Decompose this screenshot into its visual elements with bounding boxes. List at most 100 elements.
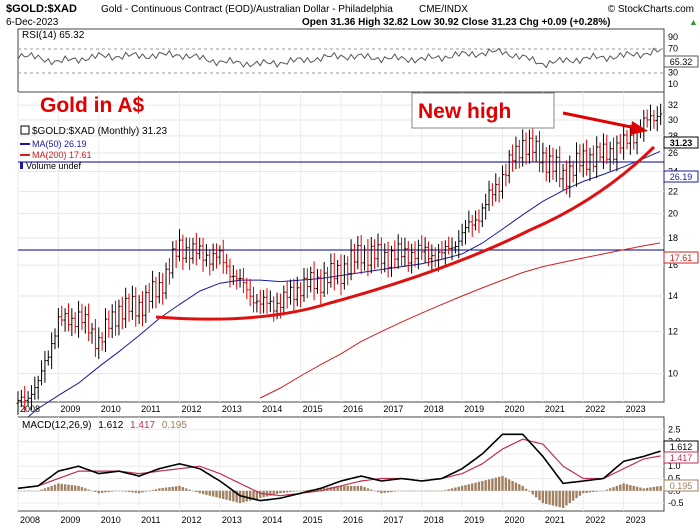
macd-histogram-bar xyxy=(541,490,545,504)
macd-histogram-bar xyxy=(659,486,662,491)
macd-histogram-bar xyxy=(497,476,501,491)
macd-histogram-bar xyxy=(474,482,477,491)
macd-histogram-bar xyxy=(393,490,397,492)
macd-histogram-bar xyxy=(440,490,444,492)
badge-last-price: 31.23 xyxy=(670,138,693,148)
macd-histogram-bar xyxy=(524,488,528,491)
macd-histogram-bar xyxy=(228,490,232,501)
x-tick-label: 2023 xyxy=(626,515,646,525)
macd-histogram-bar xyxy=(645,487,649,491)
macd-histogram-bar xyxy=(60,483,63,491)
macd-histogram-bar xyxy=(285,490,289,493)
macd-histogram-bar xyxy=(629,485,632,491)
macd-histogram-bar xyxy=(181,487,185,491)
macd-histogram-bar xyxy=(205,490,208,495)
macd-histogram-bar xyxy=(471,483,474,491)
macd-histogram-bar xyxy=(107,490,111,493)
macd-histogram-bar xyxy=(588,490,592,493)
x-tick-label: 2012 xyxy=(182,404,202,414)
macd-histogram-bar xyxy=(454,487,457,491)
rsi-tick-label: 30 xyxy=(668,67,678,77)
macd-histogram-bar xyxy=(198,490,201,494)
x-tick-label: 2020 xyxy=(505,515,525,525)
macd-histogram-bar xyxy=(460,485,464,491)
macd-histogram-bar xyxy=(534,490,538,498)
price-tick-label: 30 xyxy=(668,115,678,125)
macd-histogram-bar xyxy=(346,485,349,491)
legend-ma200: MA(200) 17.61 xyxy=(32,150,92,160)
x-tick-label: 2015 xyxy=(303,404,323,414)
macd-histogram-bar xyxy=(423,490,427,492)
macd-histogram-bar xyxy=(50,485,53,491)
macd-histogram-bar xyxy=(444,489,447,491)
legend-volume: Volume undef xyxy=(26,161,82,171)
macd-histogram-bar xyxy=(450,488,454,491)
macd-histogram-bar xyxy=(174,486,178,491)
x-tick-label: 2021 xyxy=(545,404,565,414)
macd-histogram-bar xyxy=(63,484,67,491)
rsi-tick-label: 70 xyxy=(668,44,678,54)
macd-histogram-bar xyxy=(353,485,356,491)
macd-histogram-bar xyxy=(400,490,403,492)
macd-histogram-bar xyxy=(299,490,302,492)
macd-histogram-bar xyxy=(481,480,484,491)
macd-histogram-bar xyxy=(555,490,558,507)
macd-histogram-bar xyxy=(47,487,50,491)
x-tick-label: 2013 xyxy=(222,515,242,525)
macd-histogram-bar xyxy=(508,479,511,491)
x-tick-label: 2019 xyxy=(464,404,484,414)
macd-histogram-bar xyxy=(296,490,299,492)
macd-histogram-bar xyxy=(380,490,383,494)
macd-histogram-bar xyxy=(100,490,104,493)
macd-histogram-bar xyxy=(373,490,376,492)
legend-main: $GOLD:$XAD (Monthly) 31.23 xyxy=(32,126,167,137)
x-tick-label: 2010 xyxy=(101,515,121,525)
macd-histogram-bar xyxy=(154,489,158,491)
macd-histogram-bar xyxy=(104,490,107,493)
macd-histogram-bar xyxy=(70,485,74,491)
price-tick-label: 20 xyxy=(668,209,678,219)
macd-histogram-bar xyxy=(161,487,164,491)
macd-histogram-bar xyxy=(238,490,242,504)
x-tick-label: 2009 xyxy=(60,404,80,414)
x-tick-label: 2022 xyxy=(585,515,605,525)
macd-histogram-bar xyxy=(259,490,262,499)
macd-histogram-bar xyxy=(467,484,471,491)
x-tick-label: 2021 xyxy=(545,515,565,525)
x-tick-label: 2023 xyxy=(626,404,646,414)
chart-exchange: CME/INDX xyxy=(419,4,468,15)
macd-histogram-bar xyxy=(292,490,296,492)
chart-date: 6-Dec-2023 xyxy=(6,17,59,28)
macd-histogram-bar xyxy=(343,485,346,491)
macd-histogram-bar xyxy=(582,490,585,494)
macd-histogram-bar xyxy=(215,490,218,498)
macd-histogram-bar xyxy=(164,487,168,491)
ohlc-readout: Open 31.36 High 32.82 Low 30.92 Close 31… xyxy=(302,17,610,28)
macd-histogram-bar xyxy=(131,490,134,493)
macd-histogram-bar xyxy=(127,490,131,493)
macd-histogram-bar xyxy=(363,487,366,491)
macd-histogram-bar xyxy=(434,490,437,492)
macd-histogram-bar xyxy=(410,490,413,492)
price-tick-label: 12 xyxy=(668,327,678,337)
macd-histogram-bar xyxy=(211,490,215,497)
annotation-new-high: New high xyxy=(418,100,511,123)
macd-histogram-bar xyxy=(168,487,171,491)
macd-histogram-bar xyxy=(484,480,487,491)
macd-label: MACD(12,26,9) xyxy=(22,420,91,431)
macd-histogram-bar xyxy=(117,490,121,492)
svg-text:MACD(12,26,9) 1.612: MACD(12,26,9) 1.612 1.417 0.195 xyxy=(22,420,187,431)
macd-histogram-bar xyxy=(635,486,639,491)
macd-histogram-bar xyxy=(275,490,279,495)
macd-histogram-bar xyxy=(598,490,602,492)
x-tick-label: 2013 xyxy=(222,404,242,414)
macd-histogram-bar xyxy=(185,488,188,491)
x-tick-label: 2022 xyxy=(585,404,605,414)
macd-histogram-bar xyxy=(349,485,353,491)
badge-signal: 1.417 xyxy=(670,453,693,463)
macd-histogram-bar xyxy=(43,488,47,491)
macd-histogram-bar xyxy=(615,485,619,491)
macd-panel: 2.52.01.51.00.50.0-0.5 MACD(12,26,9) 1.6… xyxy=(16,416,699,525)
macd-histogram-bar xyxy=(477,481,481,491)
macd-x-axis: 2008 2009 2010 2011 2012 2013 2014 2015 2016 2017… xyxy=(20,515,646,525)
